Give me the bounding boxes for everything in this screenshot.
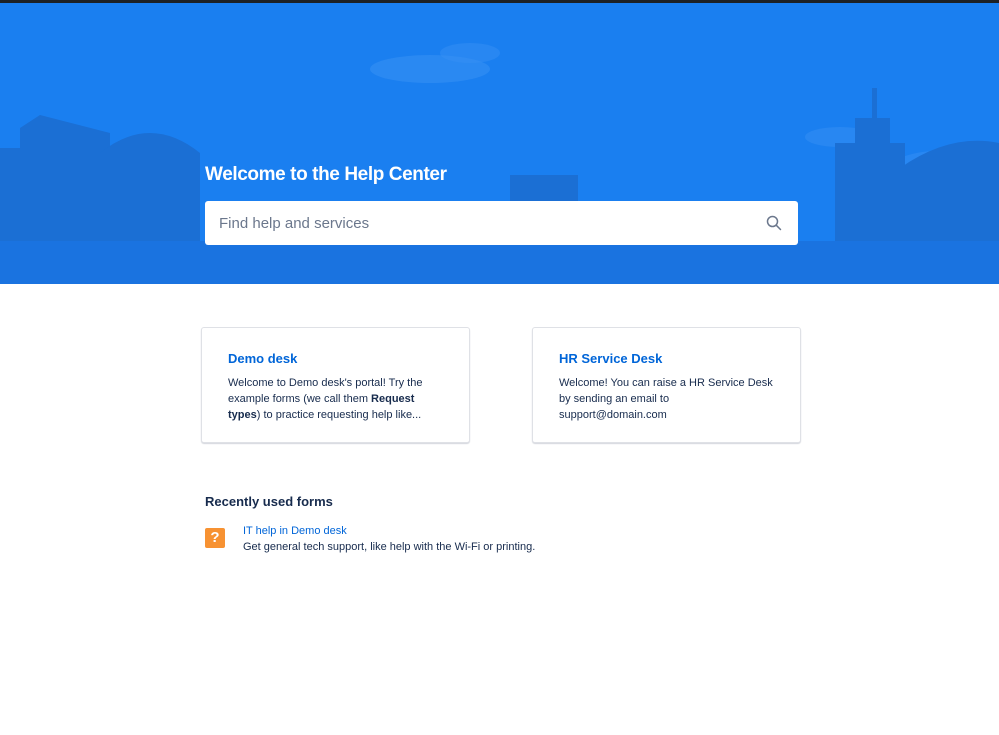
portal-description: Welcome! You can raise a HR Service Desk… — [559, 377, 773, 421]
portal-title[interactable]: HR Service Desk — [559, 351, 662, 366]
search-input[interactable] — [205, 201, 745, 245]
recent-form-description: Get general tech support, like help with… — [243, 541, 536, 553]
portal-card-demo-desk[interactable]: Demo desk Welcome to Demo desk's portal!… — [201, 327, 470, 443]
search-icon[interactable] — [766, 215, 782, 231]
portal-title[interactable]: Demo desk — [228, 351, 297, 366]
recent-form-link[interactable]: IT help in Demo desk — [243, 525, 347, 537]
question-mark-icon: ? — [205, 528, 225, 548]
portal-description: Welcome to Demo desk's portal! Try the e… — [228, 377, 423, 421]
recent-forms-heading: Recently used forms — [205, 494, 333, 509]
recent-form-item[interactable]: ? IT help in Demo desk Get general tech … — [205, 524, 705, 558]
page-title: Welcome to the Help Center — [205, 164, 447, 185]
search-bar[interactable] — [205, 201, 798, 245]
portal-card-hr-service-desk[interactable]: HR Service Desk Welcome! You can raise a… — [532, 327, 801, 443]
